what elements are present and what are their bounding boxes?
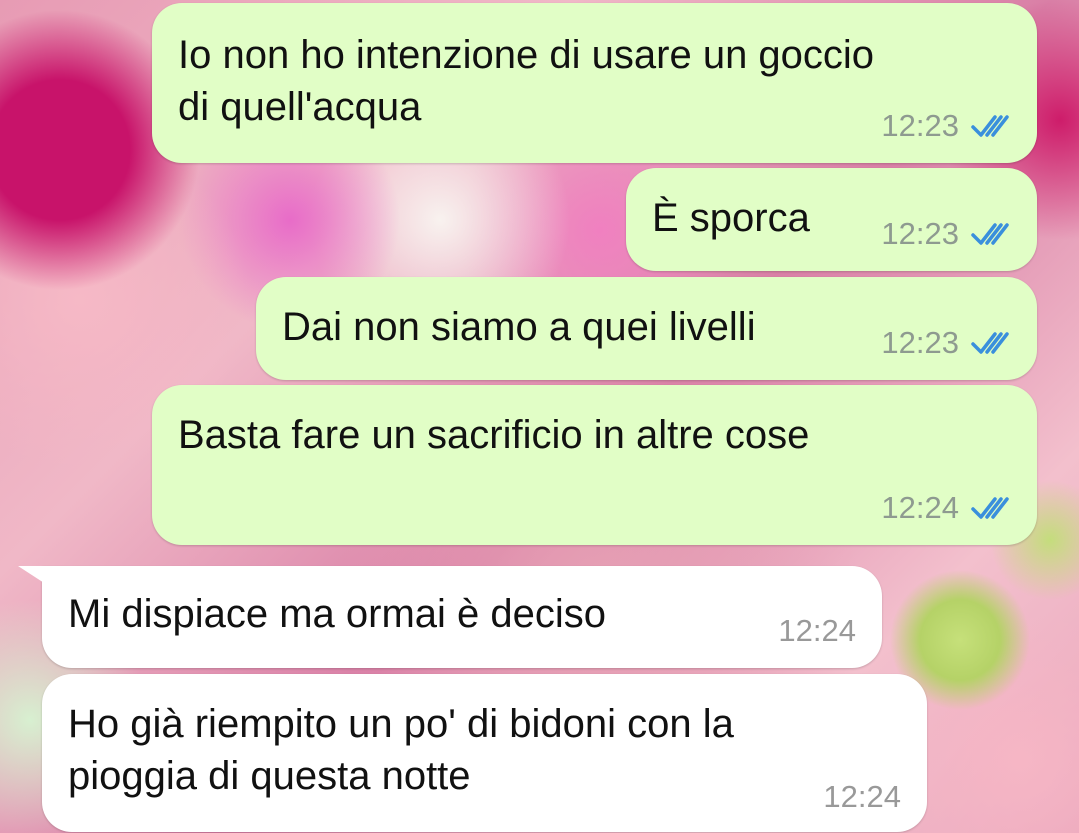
message-text-content: È sporca	[652, 196, 810, 240]
message-text: Dai non siamo a quei livelli	[282, 301, 756, 353]
double-check-icon	[971, 223, 1009, 245]
bubble-tail-icon	[18, 566, 58, 592]
message-text: Mi dispiace ma ormai è deciso	[68, 588, 606, 640]
message-bubble-incoming[interactable]: Mi dispiace ma ormai è deciso 12:24	[18, 566, 882, 668]
message-time: 12:23	[881, 325, 959, 360]
message-time: 12:24	[881, 490, 959, 525]
message-time: 12:24	[778, 613, 856, 648]
message-time: 12:23	[881, 216, 959, 251]
message-bubble-outgoing[interactable]: Io non ho intenzione di usare un goccio …	[152, 3, 1037, 163]
chat-screen: { "messages": [ {"direction": "outgoing"…	[0, 0, 1079, 833]
message-text-content: Io non ho intenzione di usare un goccio …	[178, 33, 875, 129]
message-bubble-incoming[interactable]: Ho già riempito un po' di bidoni con la …	[42, 674, 927, 832]
message-meta: 12:24	[881, 491, 1015, 525]
message-time: 12:23	[881, 108, 959, 143]
message-text-content: Basta fare un sacrificio in altre cose	[178, 413, 810, 457]
message-time: 12:24	[823, 779, 901, 814]
message-meta: 12:23	[881, 109, 1015, 143]
message-text-content: Mi dispiace ma ormai è deciso	[68, 592, 606, 636]
double-check-icon	[971, 332, 1009, 354]
double-check-icon	[971, 115, 1009, 137]
message-text-content: Ho già riempito un po' di bidoni con la …	[68, 702, 734, 798]
message-text-content: Dai non siamo a quei livelli	[282, 305, 756, 349]
double-check-icon	[971, 497, 1009, 519]
message-text: Basta fare un sacrificio in altre cose	[178, 409, 809, 461]
message-meta: 12:23	[881, 217, 1015, 251]
message-text: È sporca	[652, 192, 810, 244]
message-bubble-outgoing[interactable]: È sporca 12:23	[626, 168, 1037, 271]
message-meta: 12:23	[881, 326, 1015, 360]
message-text: Io non ho intenzione di usare un goccio …	[178, 29, 874, 133]
message-meta: 12:24	[823, 780, 901, 814]
message-bubble-outgoing[interactable]: Dai non siamo a quei livelli 12:23	[256, 277, 1037, 380]
message-bubble-outgoing[interactable]: Basta fare un sacrificio in altre cose 1…	[152, 385, 1037, 545]
message-text: Ho già riempito un po' di bidoni con la …	[68, 698, 734, 802]
message-meta: 12:24	[778, 614, 856, 648]
